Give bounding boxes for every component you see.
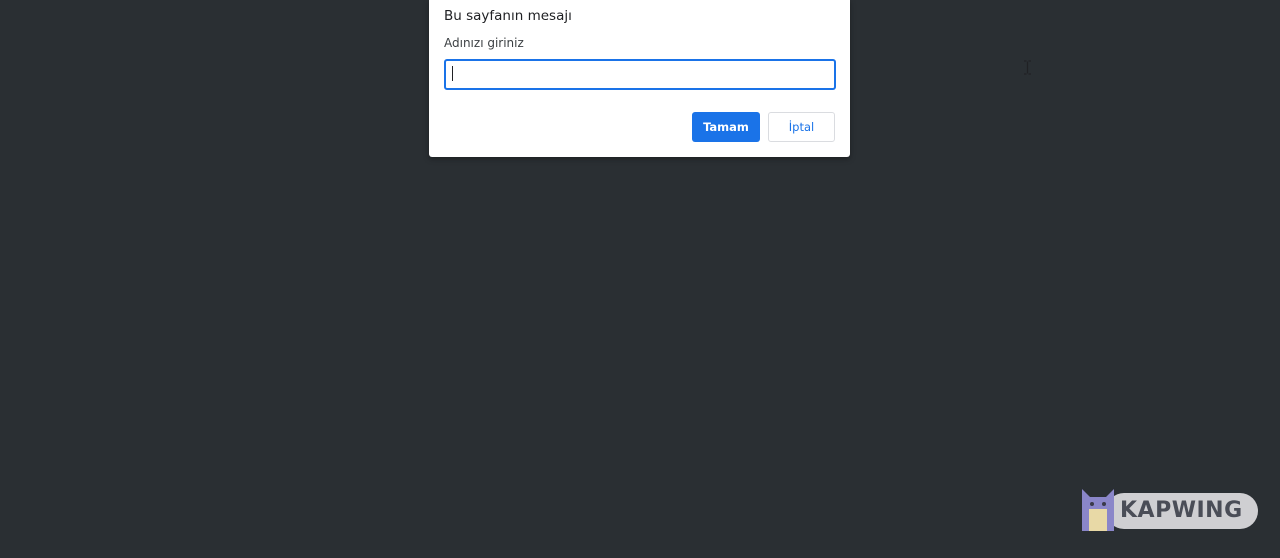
ok-button[interactable]: Tamam xyxy=(692,112,760,142)
prompt-input[interactable] xyxy=(444,59,836,90)
cancel-button[interactable]: İptal xyxy=(768,112,835,142)
watermark-text: KAPWING xyxy=(1120,498,1243,523)
kapwing-watermark: KAPWING xyxy=(1080,487,1260,533)
dialog-message: Adınızı giriniz xyxy=(444,36,524,50)
dialog-title: Bu sayfanın mesajı xyxy=(444,8,572,24)
prompt-dialog: Bu sayfanın mesajı Adınızı giriniz Tamam… xyxy=(429,0,1031,157)
kapwing-cat-icon xyxy=(1082,489,1114,531)
page-backdrop: Bu sayfanın mesajı Adınızı giriniz Tamam… xyxy=(0,0,1280,558)
ibeam-cursor-icon xyxy=(1024,60,1031,75)
text-caret xyxy=(452,66,453,81)
